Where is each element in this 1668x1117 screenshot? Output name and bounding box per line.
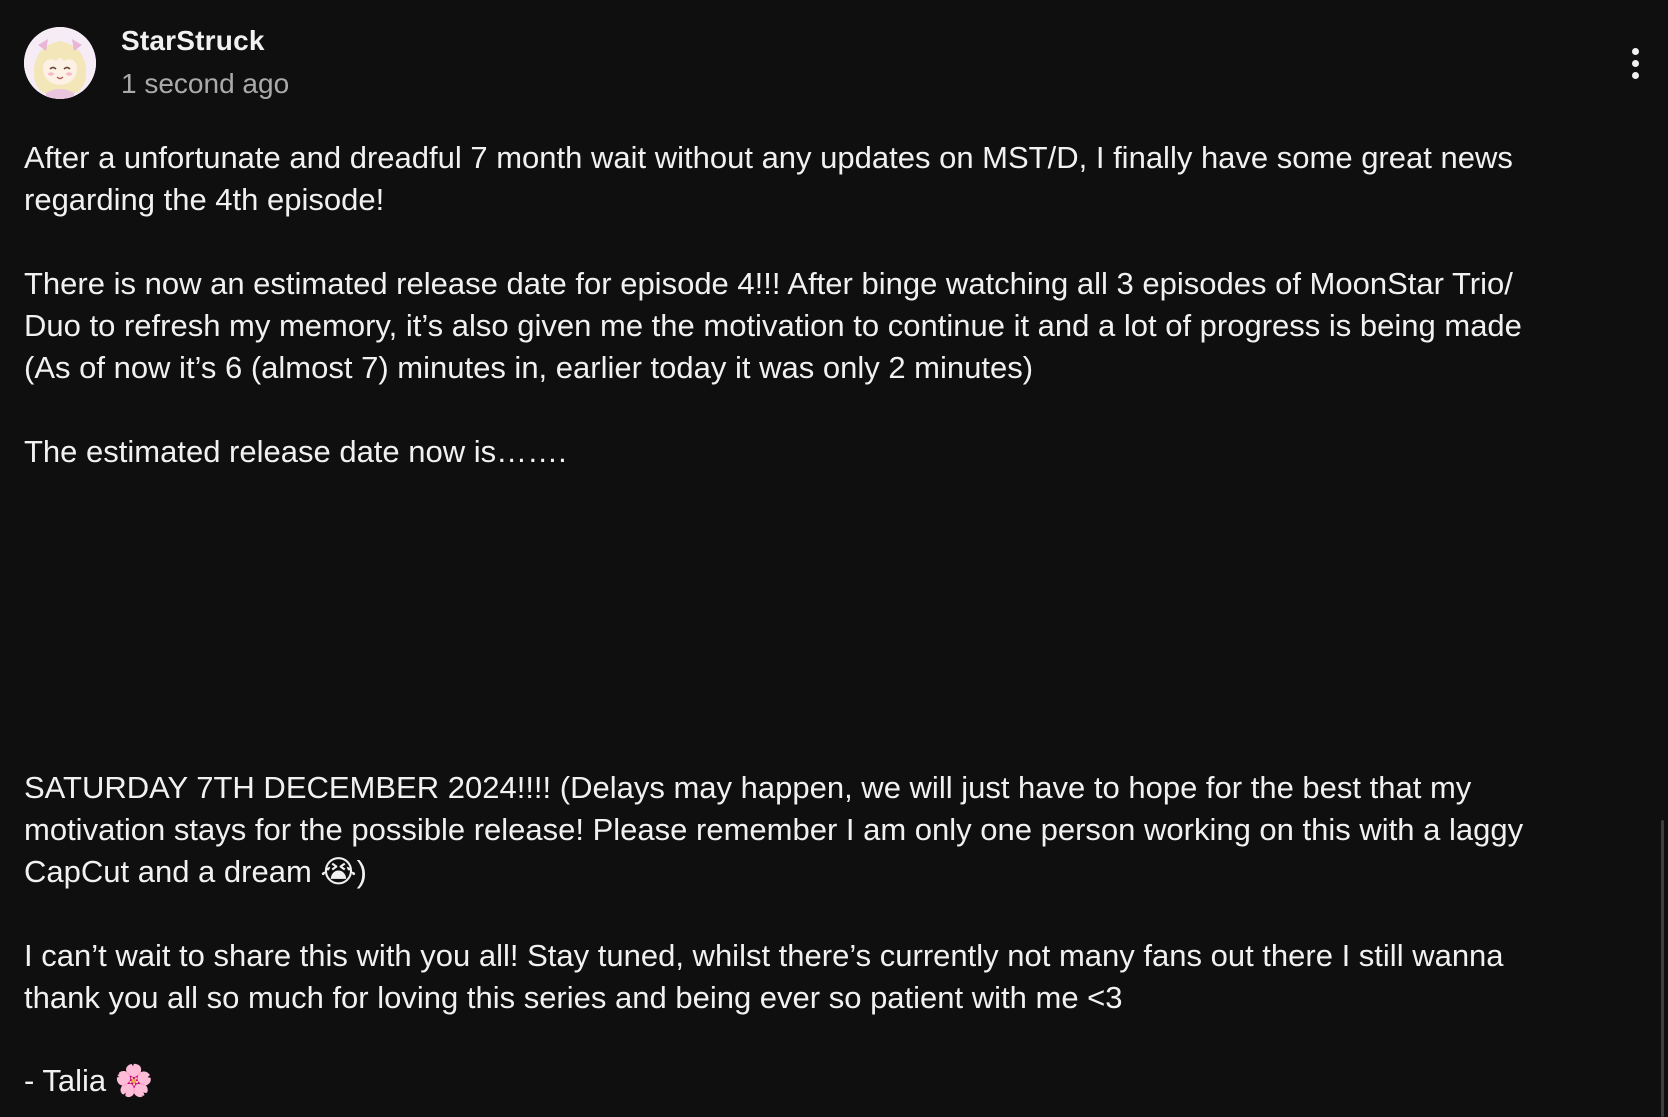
more-vertical-icon-dot: [1632, 72, 1639, 79]
post-timestamp[interactable]: 1 second ago: [121, 68, 289, 100]
author-name[interactable]: StarStruck: [121, 25, 265, 57]
post-signature: - Talia 🌸: [24, 1063, 154, 1098]
avatar[interactable]: [24, 27, 96, 99]
more-vertical-icon-dot: [1632, 60, 1639, 67]
post-paragraph-intro: After a unfortunate and dreadful 7 month…: [24, 140, 1513, 217]
anime-girl-avatar-icon: [24, 27, 96, 99]
post-paragraph-release-date: SATURDAY 7TH DECEMBER 2024!!!! (Delays m…: [24, 770, 1524, 889]
scrollbar[interactable]: [1661, 820, 1664, 1117]
post-paragraph-announcement: There is now an estimated release date f…: [24, 266, 1522, 385]
community-post: StarStruck 1 second ago After a unfortun…: [0, 0, 1668, 1117]
post-paragraph-teaser: The estimated release date now is…….: [24, 434, 567, 469]
post-paragraph-thanks: I can’t wait to share this with you all!…: [24, 938, 1504, 1015]
more-options-button[interactable]: [1620, 42, 1652, 86]
more-vertical-icon: [1632, 48, 1639, 55]
